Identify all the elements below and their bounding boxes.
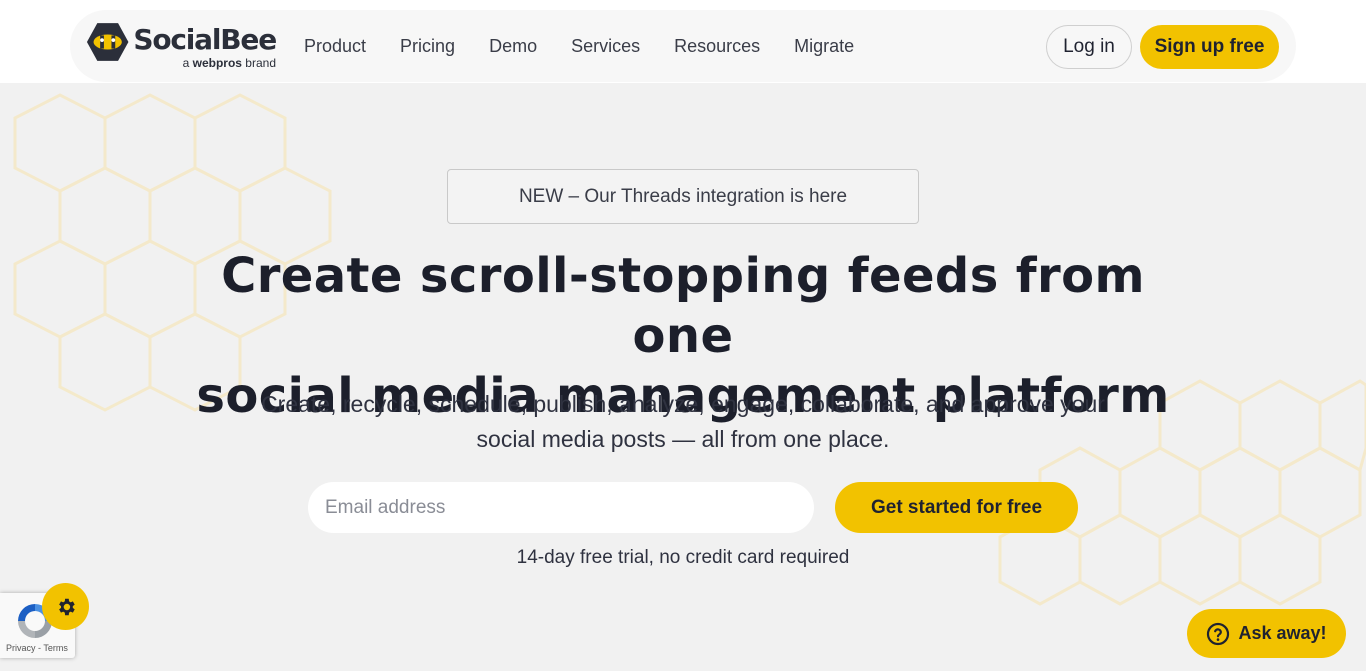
brand-tagline: a webpros brand xyxy=(182,56,276,70)
nav-item-migrate[interactable]: Migrate xyxy=(794,34,854,58)
gear-icon xyxy=(58,598,75,615)
signup-button[interactable]: Sign up free xyxy=(1140,25,1279,69)
hero-subtext: Create, recycle, schedule, publish, anal… xyxy=(258,387,1108,457)
socialbee-logo[interactable]: SocialBee a webpros brand xyxy=(86,20,277,74)
subtext-line-1: Create, recycle, schedule, publish, anal… xyxy=(261,391,1105,417)
nav-item-demo[interactable]: Demo xyxy=(489,34,537,58)
announcement-banner[interactable]: NEW – Our Threads integration is here xyxy=(447,169,919,224)
trial-note: 14-day free trial, no credit card requir… xyxy=(516,547,850,568)
main-nav: Product Pricing Demo Services Resources … xyxy=(304,34,888,58)
recaptcha-links[interactable]: Privacy - Terms xyxy=(6,643,68,653)
login-button[interactable]: Log in xyxy=(1046,25,1132,69)
email-input[interactable] xyxy=(308,482,814,533)
headline-line-1: Create scroll-stopping feeds from one xyxy=(221,248,1145,364)
question-circle-icon xyxy=(1207,622,1230,645)
ask-away-button[interactable]: Ask away! xyxy=(1187,609,1346,658)
get-started-button[interactable]: Get started for free xyxy=(835,482,1078,533)
nav-item-services[interactable]: Services xyxy=(571,34,640,58)
brand-name: SocialBee xyxy=(133,23,277,56)
nav-item-pricing[interactable]: Pricing xyxy=(400,34,455,58)
bee-hexagon-icon xyxy=(86,23,129,61)
subtext-line-2: social media posts — all from one place. xyxy=(476,426,890,452)
ask-away-label: Ask away! xyxy=(1238,623,1327,643)
nav-item-resources[interactable]: Resources xyxy=(674,34,760,58)
settings-button[interactable] xyxy=(42,583,89,630)
nav-item-product[interactable]: Product xyxy=(304,34,366,58)
